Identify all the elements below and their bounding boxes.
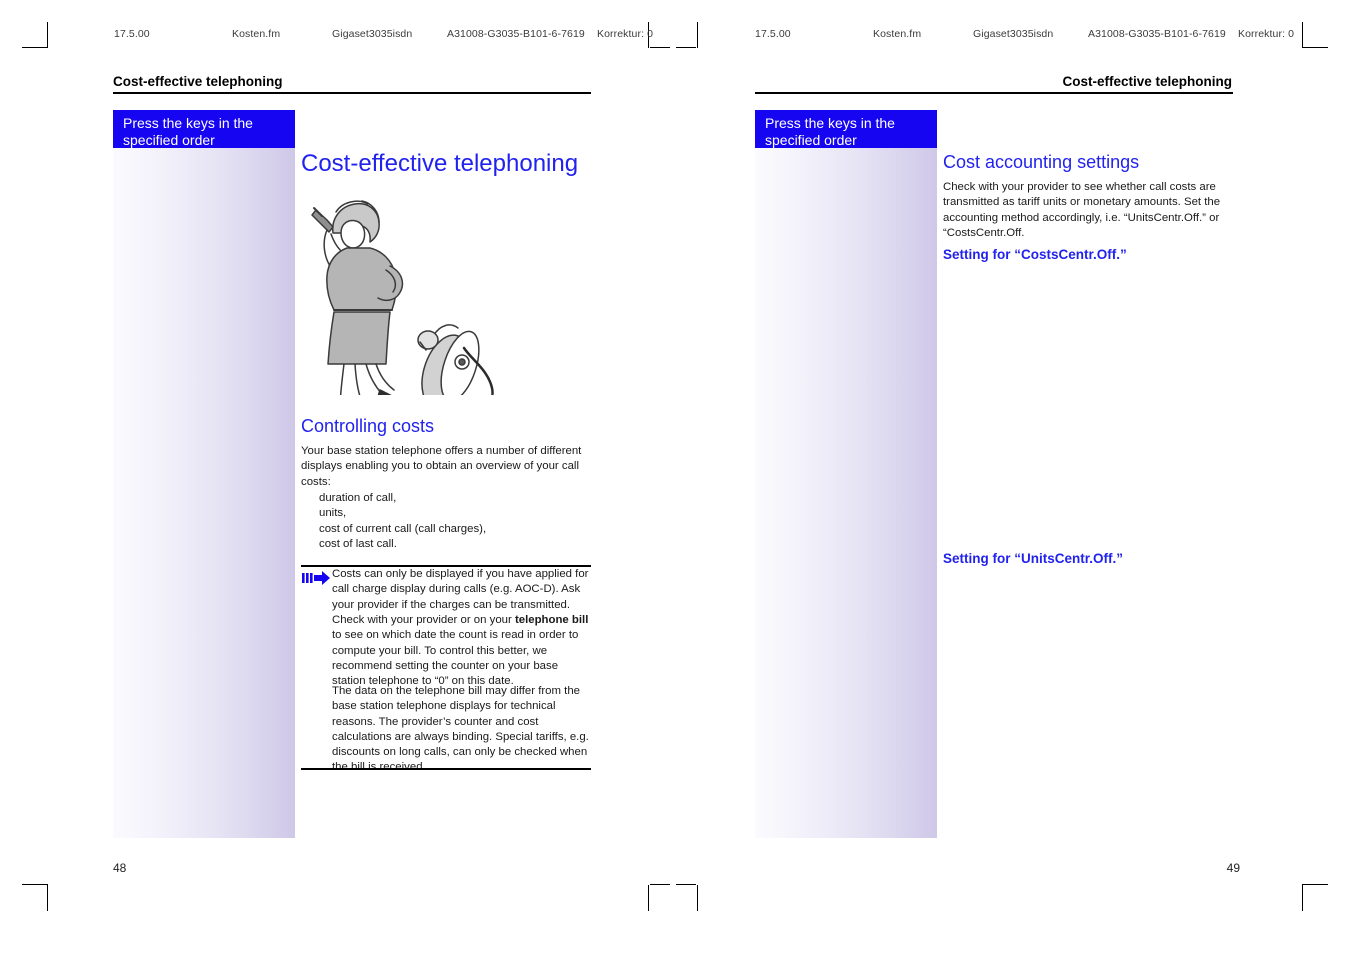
controlling-costs-intro: Your base station telephone offers a num… xyxy=(301,445,582,488)
margin-gradient-band xyxy=(113,148,295,838)
margin-instruction-label: Press the keys in the specified order xyxy=(113,110,295,148)
bullet-cost-of-last-call: cost of last call. xyxy=(319,538,397,550)
note-rule-bottom xyxy=(301,768,591,770)
manual-spread: 17.5.00 Kosten.fm Gigaset3035isdn A31008-G3… xyxy=(0,0,1350,954)
margin-gradient-band xyxy=(755,148,937,838)
section-heading-controlling-costs: Controlling costs xyxy=(301,416,435,436)
note-paragraph-1: Costs can only be displayed if you have … xyxy=(332,568,589,611)
note-paragraph-2: Check with your provider or on your tele… xyxy=(332,613,591,689)
note-arrow-icon xyxy=(302,570,330,591)
bullet-cost-of-current-call: cost of current call (call charges), xyxy=(319,523,487,535)
page-title-right: Cost accounting settings xyxy=(943,152,1140,172)
page-49: Cost-effective telephoning Press the key… xyxy=(675,0,1350,954)
header-rule xyxy=(113,92,591,94)
margin-instruction-label: Press the keys in the specified order xyxy=(755,110,937,148)
note-p2-bold: telephone bill xyxy=(514,614,589,626)
page-number-left: 48 xyxy=(113,861,127,875)
page-title-left: Cost-effective telephoning xyxy=(301,150,579,177)
subheading-costscentr-off: Setting for “CostsCentr.Off.” xyxy=(943,247,1127,262)
subheading-unitscentr-off: Setting for “UnitsCentr.Off.” xyxy=(943,551,1123,566)
note-p2-post: to see on which date the count is read i… xyxy=(332,629,579,688)
bullet-units: units, xyxy=(319,507,347,519)
page-number-right: 49 xyxy=(1226,861,1240,875)
note-paragraph-3: The data on the telephone bill may diffe… xyxy=(332,685,589,773)
note-p2-pre: Check with your provider or on your xyxy=(332,614,515,626)
chapter-header-right: Cost-effective telephoning xyxy=(1062,74,1232,89)
page-48: Cost-effective telephoning Press the key… xyxy=(0,0,675,954)
bullet-duration-of-call: duration of call, xyxy=(319,492,397,504)
cost-accounting-intro: Check with your provider to see whether … xyxy=(943,181,1221,239)
header-rule xyxy=(755,92,1233,94)
illustration-woman-on-phone xyxy=(300,190,530,424)
chapter-header-left: Cost-effective telephoning xyxy=(113,74,283,89)
